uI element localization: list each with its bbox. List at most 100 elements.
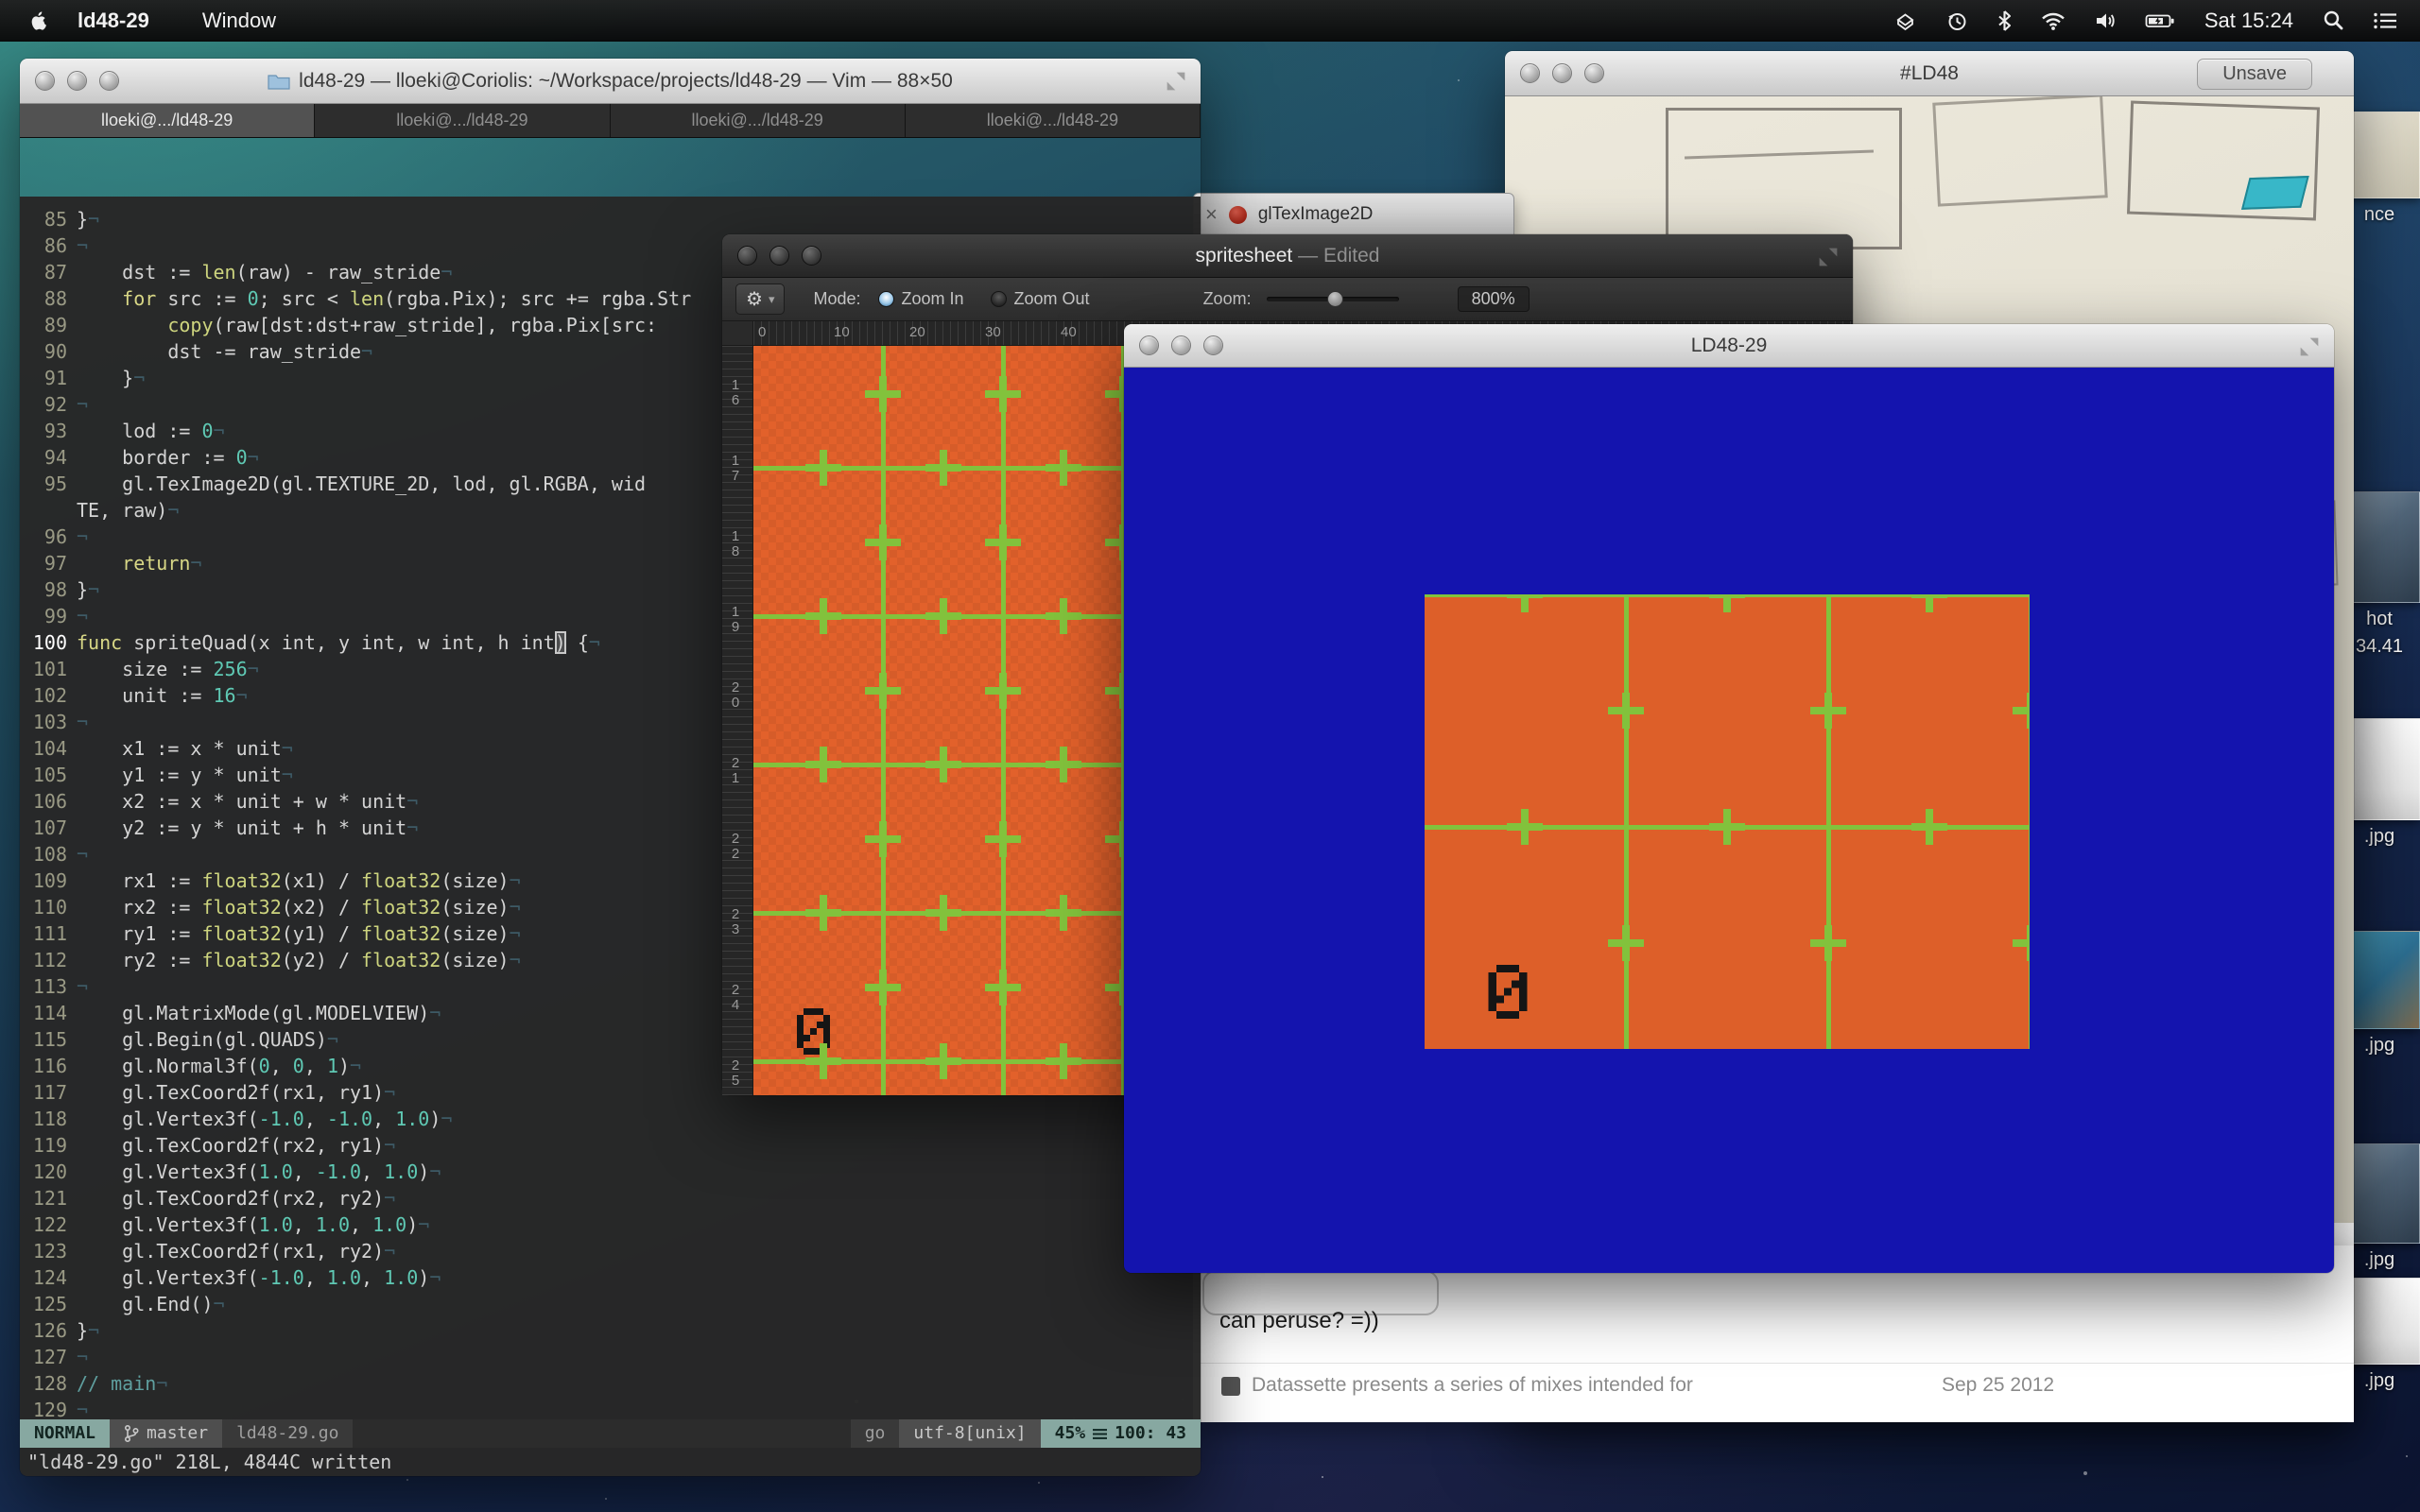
zoom-slider[interactable] xyxy=(1267,297,1399,301)
grid-plus-marker xyxy=(925,598,961,634)
grid-line xyxy=(1826,594,1831,1049)
grid-plus-marker xyxy=(925,747,961,782)
ruler-number: 10 xyxy=(834,324,850,340)
close-button[interactable] xyxy=(1139,335,1159,355)
vim-mode-indicator: NORMAL xyxy=(20,1419,110,1448)
terminal-window-title: ld48-29 — lloeki@Coriolis: ~/Workspace/p… xyxy=(299,70,953,93)
close-button[interactable] xyxy=(1520,63,1540,83)
zoom-out-radio[interactable]: Zoom Out xyxy=(991,289,1090,309)
terminal-tab[interactable]: lloeki@.../ld48-29 xyxy=(611,104,906,137)
branch-icon xyxy=(124,1424,139,1443)
chat-titlebar[interactable]: #LD48 Unsave xyxy=(1505,51,2354,96)
menu-bar-clock[interactable]: Sat 15:24 xyxy=(2189,9,2308,33)
slider-knob[interactable] xyxy=(1327,291,1343,307)
terminal-titlebar[interactable]: ld48-29 — lloeki@Coriolis: ~/Workspace/p… xyxy=(20,59,1201,104)
bluetooth-icon[interactable] xyxy=(1982,9,2027,32)
doc-lookup-bar: × glTexImage2D xyxy=(1193,193,1514,236)
grid-plus-marker xyxy=(1709,594,1745,612)
tool-options-button[interactable]: ⚙ ▾ xyxy=(735,284,785,315)
grid-plus-marker xyxy=(805,1043,841,1079)
divider xyxy=(1193,1363,2354,1364)
game-titlebar[interactable]: LD48-29 xyxy=(1124,324,2334,368)
terminal-tab[interactable]: lloeki@.../ld48-29 xyxy=(315,104,610,137)
ruler-number: 30 xyxy=(985,324,1001,340)
ruler-number: 17 xyxy=(729,454,742,484)
minimize-button[interactable] xyxy=(1171,335,1191,355)
window-controls xyxy=(737,234,821,277)
zoom-value[interactable]: 800% xyxy=(1458,286,1530,312)
close-button[interactable] xyxy=(737,246,757,266)
fullscreen-icon[interactable] xyxy=(1165,70,1187,93)
dropbox-icon[interactable] xyxy=(1879,9,1931,31)
grid-plus-marker xyxy=(925,895,961,931)
grid-plus-marker xyxy=(2013,693,2030,729)
time-machine-icon[interactable] xyxy=(1931,9,1982,32)
folder-proxy-icon xyxy=(268,73,290,90)
volume-icon[interactable] xyxy=(2080,10,2131,31)
apple-menu[interactable] xyxy=(0,9,72,31)
mode-label: Mode: xyxy=(813,289,860,309)
grid-plus-marker xyxy=(865,524,901,560)
game-window: LD48-29 xyxy=(1124,324,2334,1273)
ruler-number: 20 xyxy=(729,680,742,711)
grid-plus-marker xyxy=(985,821,1021,857)
chat-window-title: #LD48 xyxy=(1900,62,1959,85)
zoom-button[interactable] xyxy=(802,246,821,266)
active-app-menu[interactable]: ld48-29 xyxy=(72,9,176,33)
fullscreen-icon[interactable] xyxy=(2298,335,2321,358)
spritesheet-titlebar[interactable]: spritesheet — Edited xyxy=(722,234,1853,278)
minimize-button[interactable] xyxy=(67,71,87,91)
ruler-number: 22 xyxy=(729,832,742,862)
grid-plus-marker xyxy=(985,376,1021,412)
vim-code-line: 125 gl.End()¬ xyxy=(27,1291,1201,1317)
menu-bar: ld48-29 Window Sat 15:24 xyxy=(0,0,2420,42)
grid-plus-marker xyxy=(1046,747,1081,782)
grid-plus-marker xyxy=(1608,693,1644,729)
unsave-button[interactable]: Unsave xyxy=(2197,59,2312,90)
game-zero-glyph xyxy=(1487,965,1529,1019)
terminal-tab[interactable]: lloeki@.../ld48-29 xyxy=(20,104,315,137)
close-icon[interactable]: × xyxy=(1205,204,1218,225)
vim-code-line: 122 gl.Vertex3f(1.0, 1.0, 1.0)¬ xyxy=(27,1211,1201,1238)
doc-lookup-label[interactable]: glTexImage2D xyxy=(1258,204,1373,225)
grid-plus-marker xyxy=(805,450,841,486)
grid-plus-marker xyxy=(1608,925,1644,961)
spotlight-icon[interactable] xyxy=(2308,9,2359,31)
close-button[interactable] xyxy=(35,71,55,91)
ruler-number: 40 xyxy=(1061,324,1077,340)
battery-icon[interactable] xyxy=(2131,10,2189,31)
terminal-tab[interactable]: lloeki@.../ld48-29 xyxy=(906,104,1201,137)
game-viewport[interactable] xyxy=(1124,368,2334,1273)
notification-center-icon[interactable] xyxy=(2359,11,2420,30)
link-preview-date: Sep 25 2012 xyxy=(1942,1374,2054,1397)
ruler-number: 18 xyxy=(729,529,742,559)
menu-item-window[interactable]: Window xyxy=(176,9,302,33)
vim-code-line: 126}¬ xyxy=(27,1317,1201,1344)
link-preview-text[interactable]: Datassette presents a series of mixes in… xyxy=(1252,1374,1693,1397)
grid-plus-marker xyxy=(985,970,1021,1005)
lines-icon xyxy=(1093,1428,1107,1440)
ruler-number: 23 xyxy=(729,907,742,937)
grid-line xyxy=(1624,594,1629,1049)
minimize-button[interactable] xyxy=(769,246,789,266)
sketch-console-drawing xyxy=(1666,108,1902,249)
ruler-number: 25 xyxy=(729,1058,742,1089)
window-controls xyxy=(1520,51,1604,95)
spritesheet-window-title: spritesheet — Edited xyxy=(1196,245,1380,267)
grid-plus-marker xyxy=(805,747,841,782)
wifi-icon[interactable] xyxy=(2027,10,2080,30)
chat-message: can peruse? =)) xyxy=(1219,1308,1379,1334)
ruler-number: 20 xyxy=(909,324,925,340)
zoom-button[interactable] xyxy=(1584,63,1604,83)
zoom-button[interactable] xyxy=(99,71,119,91)
grid-plus-marker xyxy=(925,1043,961,1079)
vim-statusline: NORMAL master ld48-29.go go utf-8[unix] … xyxy=(20,1419,1201,1448)
zoom-button[interactable] xyxy=(1203,335,1223,355)
grid-plus-marker xyxy=(1046,598,1081,634)
fullscreen-icon[interactable] xyxy=(1817,246,1840,268)
ruler-corner xyxy=(722,321,753,346)
minimize-button[interactable] xyxy=(1552,63,1572,83)
ruler-number: 0 xyxy=(758,324,766,340)
grid-plus-marker xyxy=(1507,809,1543,845)
zoom-in-radio[interactable]: Zoom In xyxy=(878,289,964,309)
